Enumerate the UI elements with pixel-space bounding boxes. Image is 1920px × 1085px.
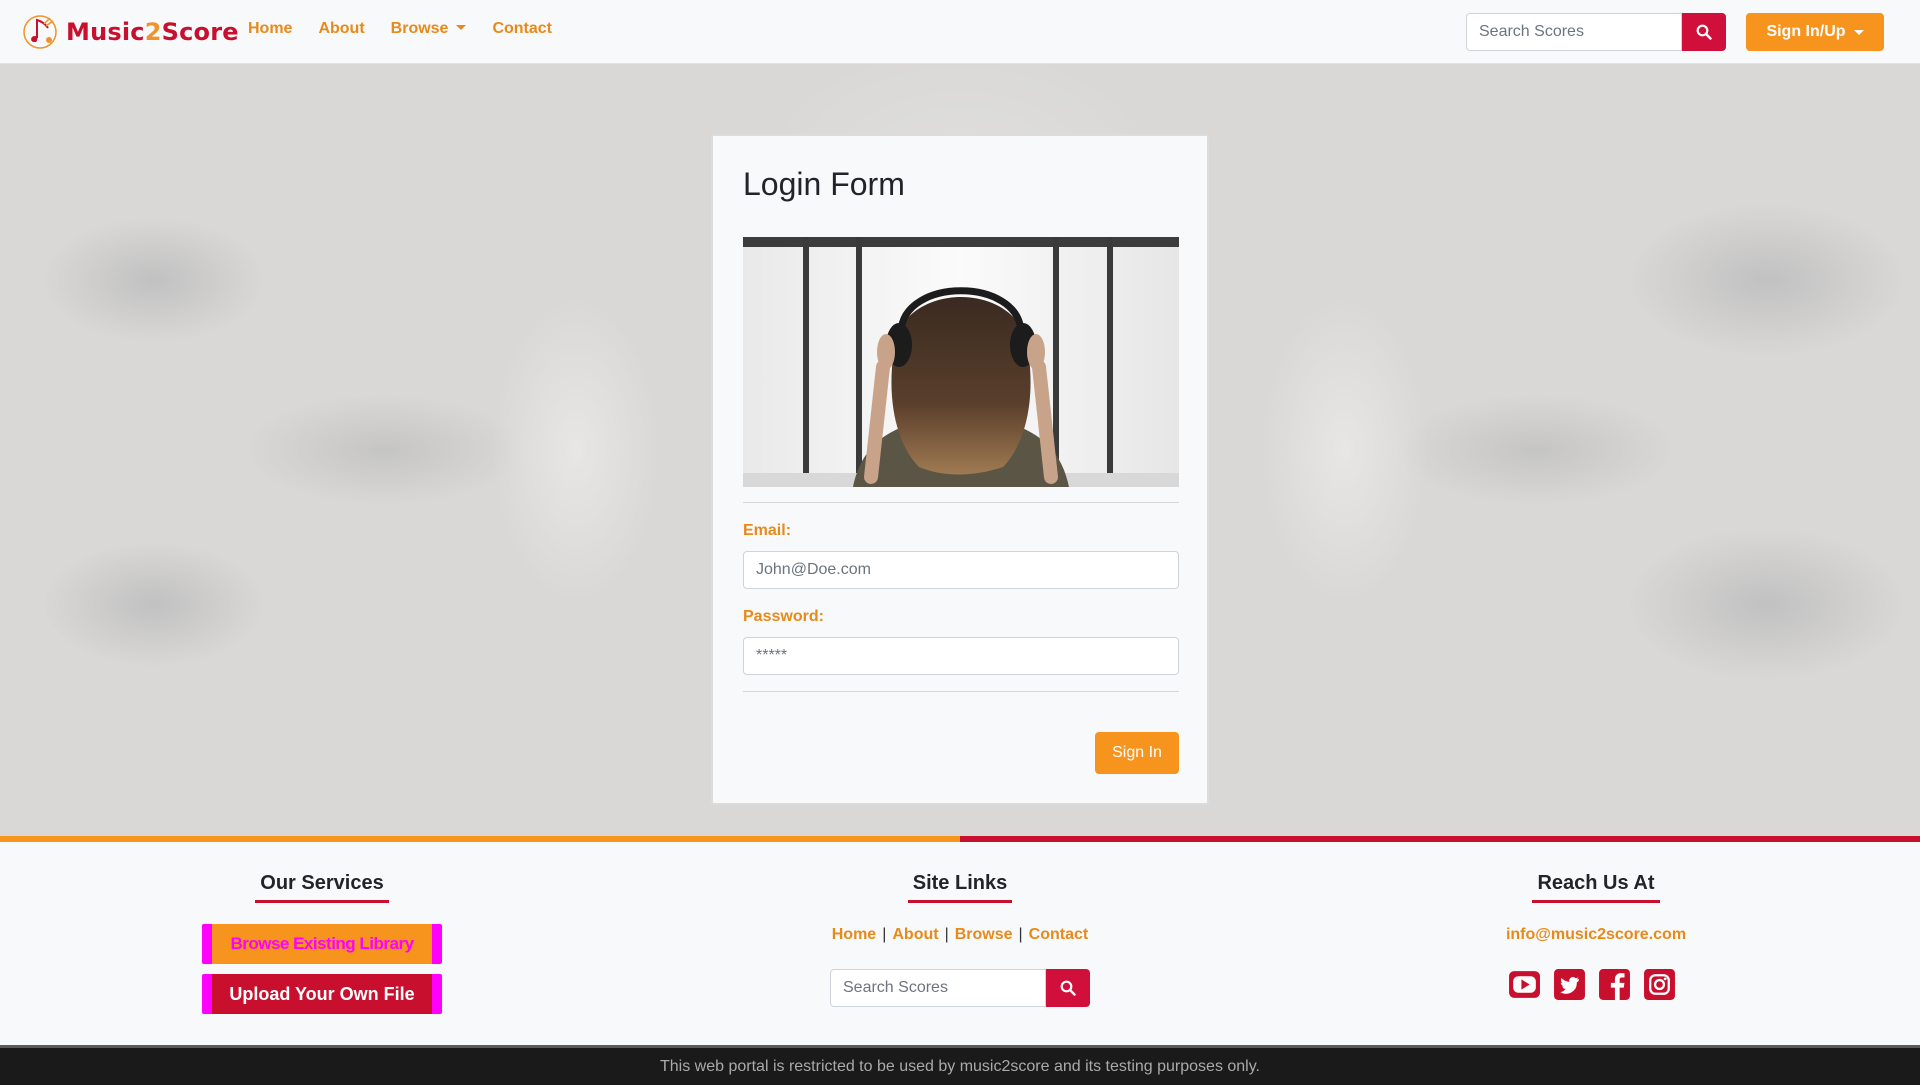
nav-search-button[interactable]: [1682, 13, 1726, 51]
chevron-down-icon: [456, 25, 467, 30]
nav-browse-label: Browse: [390, 20, 449, 37]
social-links: [1508, 968, 1676, 1001]
footer-search-form: [830, 969, 1090, 1007]
top-navbar: Music2Score Home About Browse Contact Si…: [0, 0, 1920, 64]
brand-logo-link[interactable]: Music2Score: [20, 12, 239, 52]
password-field[interactable]: [743, 637, 1179, 675]
music-note-logo-icon: [23, 15, 57, 49]
twitter-icon[interactable]: [1553, 968, 1586, 1001]
footer: Our Services Browse Existing Library Upl…: [0, 842, 1920, 1045]
youtube-icon[interactable]: [1508, 968, 1541, 1001]
upload-file-label: Upload Your Own File: [212, 974, 432, 1014]
email-label: Email:: [743, 522, 792, 539]
nav-search-input[interactable]: [1466, 13, 1682, 51]
services-title: Our Services: [255, 872, 389, 903]
search-icon: [1060, 980, 1076, 996]
nav-home-link[interactable]: Home: [248, 20, 292, 38]
disclaimer-bar: This web portal is restricted to be used…: [0, 1045, 1920, 1085]
reach-us-column: Reach Us At: [1356, 872, 1836, 903]
site-links-column: Site Links: [720, 872, 1200, 903]
footer-search-button[interactable]: [1046, 969, 1090, 1007]
headphones-photo: [743, 237, 1179, 487]
login-card: Login Form Email: John@Doe.com Password:…: [711, 134, 1209, 805]
sign-in-up-label: Sign In/Up: [1766, 23, 1846, 40]
contact-email-link[interactable]: info@music2score.com: [1356, 926, 1836, 944]
divider: [743, 502, 1179, 503]
login-title: Login Form: [743, 166, 905, 202]
nav-contact-link[interactable]: Contact: [492, 20, 552, 38]
nav-browse-dropdown[interactable]: Browse: [391, 20, 467, 38]
password-label: Password:: [743, 608, 824, 625]
divider: [743, 691, 1179, 692]
reach-us-title: Reach Us At: [1532, 872, 1660, 903]
footer-site-links: Home | About | Browse | Contact: [831, 926, 1089, 943]
nav-about-link[interactable]: About: [318, 20, 364, 38]
sign-in-up-dropdown[interactable]: Sign In/Up: [1746, 13, 1884, 51]
footer-contact-link[interactable]: Contact: [1029, 926, 1089, 943]
main-nav: Home About Browse Contact: [248, 20, 552, 38]
site-links-title: Site Links: [907, 872, 1013, 903]
footer-home-link[interactable]: Home: [832, 926, 876, 943]
browse-library-label: Browse Existing Library: [212, 924, 432, 964]
browse-library-button[interactable]: Browse Existing Library: [202, 924, 442, 964]
instagram-icon[interactable]: [1643, 968, 1676, 1001]
footer-search-input[interactable]: [830, 969, 1046, 1007]
sign-in-button[interactable]: Sign In: [1095, 732, 1179, 774]
facebook-icon[interactable]: [1598, 968, 1631, 1001]
services-column: Our Services: [82, 872, 562, 903]
email-field[interactable]: [743, 551, 1179, 589]
upload-file-button[interactable]: Upload Your Own File: [202, 974, 442, 1014]
footer-browse-link[interactable]: Browse: [955, 926, 1013, 943]
nav-search-form: [1466, 13, 1726, 51]
search-icon: [1696, 24, 1712, 40]
chevron-down-icon: [1853, 29, 1864, 35]
footer-about-link[interactable]: About: [892, 926, 938, 943]
disclaimer-text: This web portal is restricted to be used…: [660, 1057, 1260, 1075]
brand-name: Music2Score: [66, 18, 239, 46]
